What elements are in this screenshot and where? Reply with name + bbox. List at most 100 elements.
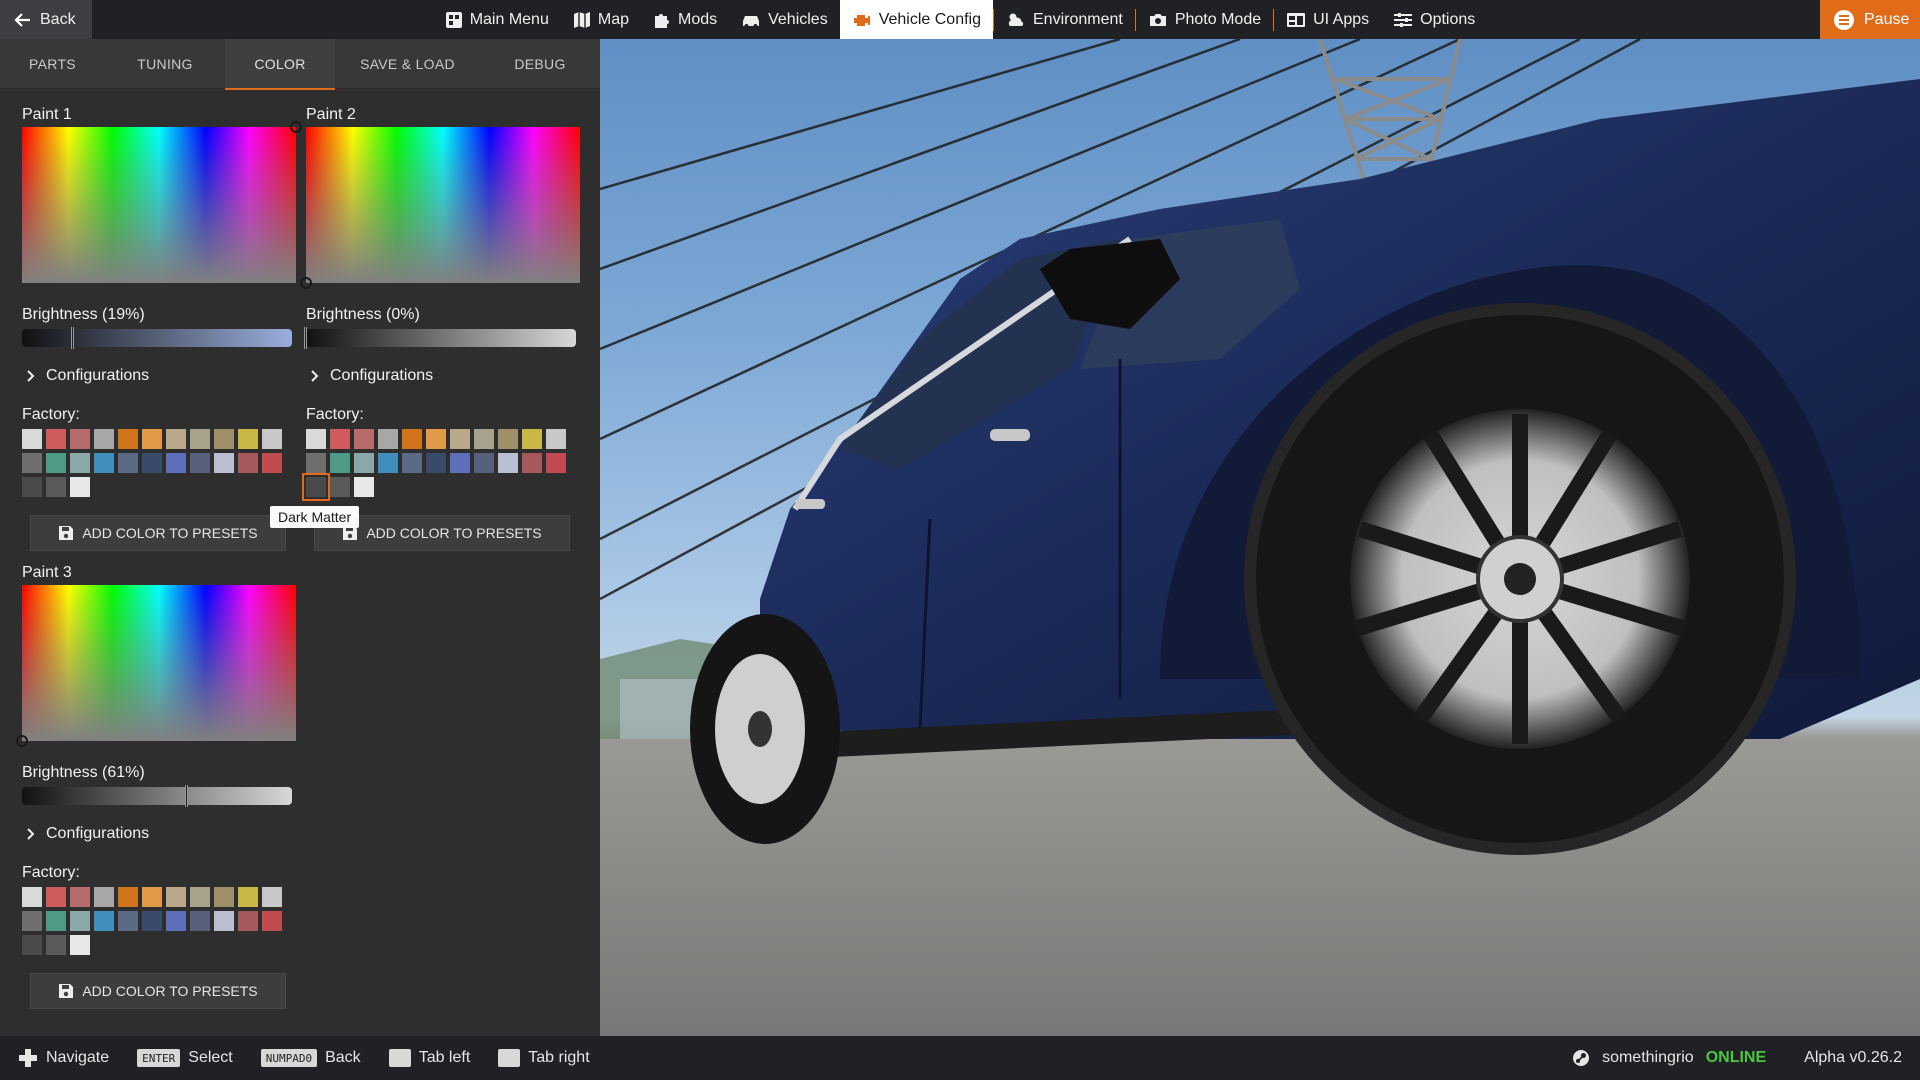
add-color-to-presets-button[interactable]: ADD COLOR TO PRESETS: [30, 973, 286, 1009]
factory-swatch[interactable]: [70, 429, 90, 449]
factory-swatch[interactable]: [22, 429, 42, 449]
factory-swatch[interactable]: [238, 453, 258, 473]
factory-swatch[interactable]: [546, 453, 566, 473]
factory-swatch[interactable]: [70, 453, 90, 473]
factory-swatch[interactable]: [306, 429, 326, 449]
tab-tuning[interactable]: TUNING: [105, 39, 225, 89]
tab-color[interactable]: COLOR: [225, 39, 335, 90]
factory-swatch[interactable]: [214, 453, 234, 473]
factory-swatch[interactable]: [118, 453, 138, 473]
slider-thumb[interactable]: [304, 327, 307, 349]
factory-swatch[interactable]: [22, 453, 42, 473]
factory-swatch[interactable]: [330, 429, 350, 449]
factory-swatch[interactable]: [474, 453, 494, 473]
factory-swatch[interactable]: [426, 429, 446, 449]
picker-handle[interactable]: [290, 121, 302, 133]
factory-swatch[interactable]: [190, 429, 210, 449]
nav-environment[interactable]: Environment: [994, 0, 1135, 39]
factory-swatch[interactable]: [522, 453, 542, 473]
factory-swatch[interactable]: [214, 887, 234, 907]
picker-handle[interactable]: [16, 735, 28, 747]
nav-vehicles[interactable]: Vehicles: [729, 0, 840, 39]
factory-swatch[interactable]: [238, 887, 258, 907]
factory-swatch[interactable]: [262, 429, 282, 449]
factory-swatch[interactable]: [70, 477, 90, 497]
factory-swatch[interactable]: [330, 477, 350, 497]
factory-swatch[interactable]: [94, 887, 114, 907]
factory-swatch[interactable]: [262, 453, 282, 473]
factory-swatch[interactable]: [402, 429, 422, 449]
tab-save-load[interactable]: SAVE & LOAD: [335, 39, 480, 89]
nav-photo-mode[interactable]: Photo Mode: [1136, 0, 1273, 39]
factory-swatch[interactable]: [214, 911, 234, 931]
slider-thumb[interactable]: [184, 785, 188, 807]
factory-swatch[interactable]: [354, 453, 374, 473]
factory-swatch[interactable]: [46, 911, 66, 931]
factory-swatch[interactable]: [378, 429, 398, 449]
factory-swatch[interactable]: [402, 453, 422, 473]
tab-debug[interactable]: DEBUG: [480, 39, 600, 89]
nav-main-menu[interactable]: Main Menu: [433, 0, 561, 39]
factory-swatch[interactable]: [46, 453, 66, 473]
configurations-toggle[interactable]: Configurations: [306, 365, 582, 387]
factory-swatch[interactable]: [238, 429, 258, 449]
factory-swatch[interactable]: [118, 429, 138, 449]
factory-swatch[interactable]: [330, 453, 350, 473]
factory-swatch[interactable]: [142, 453, 162, 473]
factory-swatch[interactable]: [498, 429, 518, 449]
brightness-slider[interactable]: [304, 327, 576, 349]
factory-swatch[interactable]: [378, 453, 398, 473]
color-picker[interactable]: [300, 127, 580, 289]
factory-swatch[interactable]: [190, 911, 210, 931]
nav-options[interactable]: Options: [1381, 0, 1487, 39]
factory-swatch[interactable]: [46, 935, 66, 955]
factory-swatch[interactable]: [142, 887, 162, 907]
factory-swatch[interactable]: [522, 429, 542, 449]
factory-swatch[interactable]: [262, 887, 282, 907]
factory-swatch[interactable]: [70, 935, 90, 955]
factory-swatch[interactable]: [166, 911, 186, 931]
factory-swatch[interactable]: [190, 453, 210, 473]
factory-swatch[interactable]: [190, 887, 210, 907]
nav-ui-apps[interactable]: UI Apps: [1274, 0, 1381, 39]
factory-swatch[interactable]: [302, 473, 330, 501]
color-picker[interactable]: [16, 585, 296, 747]
factory-swatch[interactable]: [46, 477, 66, 497]
factory-swatch[interactable]: [142, 429, 162, 449]
back-button[interactable]: Back: [0, 0, 92, 39]
pause-button[interactable]: Pause: [1820, 0, 1920, 39]
factory-swatch[interactable]: [46, 429, 66, 449]
nav-map[interactable]: Map: [561, 0, 641, 39]
configurations-toggle[interactable]: Configurations: [22, 365, 298, 387]
factory-swatch[interactable]: [22, 935, 42, 955]
factory-swatch[interactable]: [546, 429, 566, 449]
factory-swatch[interactable]: [354, 477, 374, 497]
factory-swatch[interactable]: [498, 453, 518, 473]
factory-swatch[interactable]: [166, 429, 186, 449]
add-color-to-presets-button[interactable]: ADD COLOR TO PRESETS: [30, 515, 286, 551]
brightness-slider[interactable]: [22, 785, 292, 807]
factory-swatch[interactable]: [354, 429, 374, 449]
factory-swatch[interactable]: [70, 911, 90, 931]
configurations-toggle[interactable]: Configurations: [22, 823, 298, 845]
factory-swatch[interactable]: [94, 429, 114, 449]
factory-swatch[interactable]: [474, 429, 494, 449]
factory-swatch[interactable]: [94, 453, 114, 473]
factory-swatch[interactable]: [94, 911, 114, 931]
factory-swatch[interactable]: [214, 429, 234, 449]
factory-swatch[interactable]: [306, 453, 326, 473]
color-picker[interactable]: [22, 121, 302, 283]
factory-swatch[interactable]: [118, 911, 138, 931]
factory-swatch[interactable]: [166, 887, 186, 907]
factory-swatch[interactable]: [450, 429, 470, 449]
factory-swatch[interactable]: [426, 453, 446, 473]
picker-handle[interactable]: [300, 277, 312, 289]
tab-parts[interactable]: PARTS: [0, 39, 105, 89]
factory-swatch[interactable]: [450, 453, 470, 473]
brightness-slider[interactable]: [22, 327, 292, 349]
nav-vehicle-config[interactable]: Vehicle Config: [839, 0, 993, 39]
factory-swatch[interactable]: [70, 887, 90, 907]
slider-thumb[interactable]: [71, 327, 75, 349]
factory-swatch[interactable]: [142, 911, 162, 931]
factory-swatch[interactable]: [46, 887, 66, 907]
